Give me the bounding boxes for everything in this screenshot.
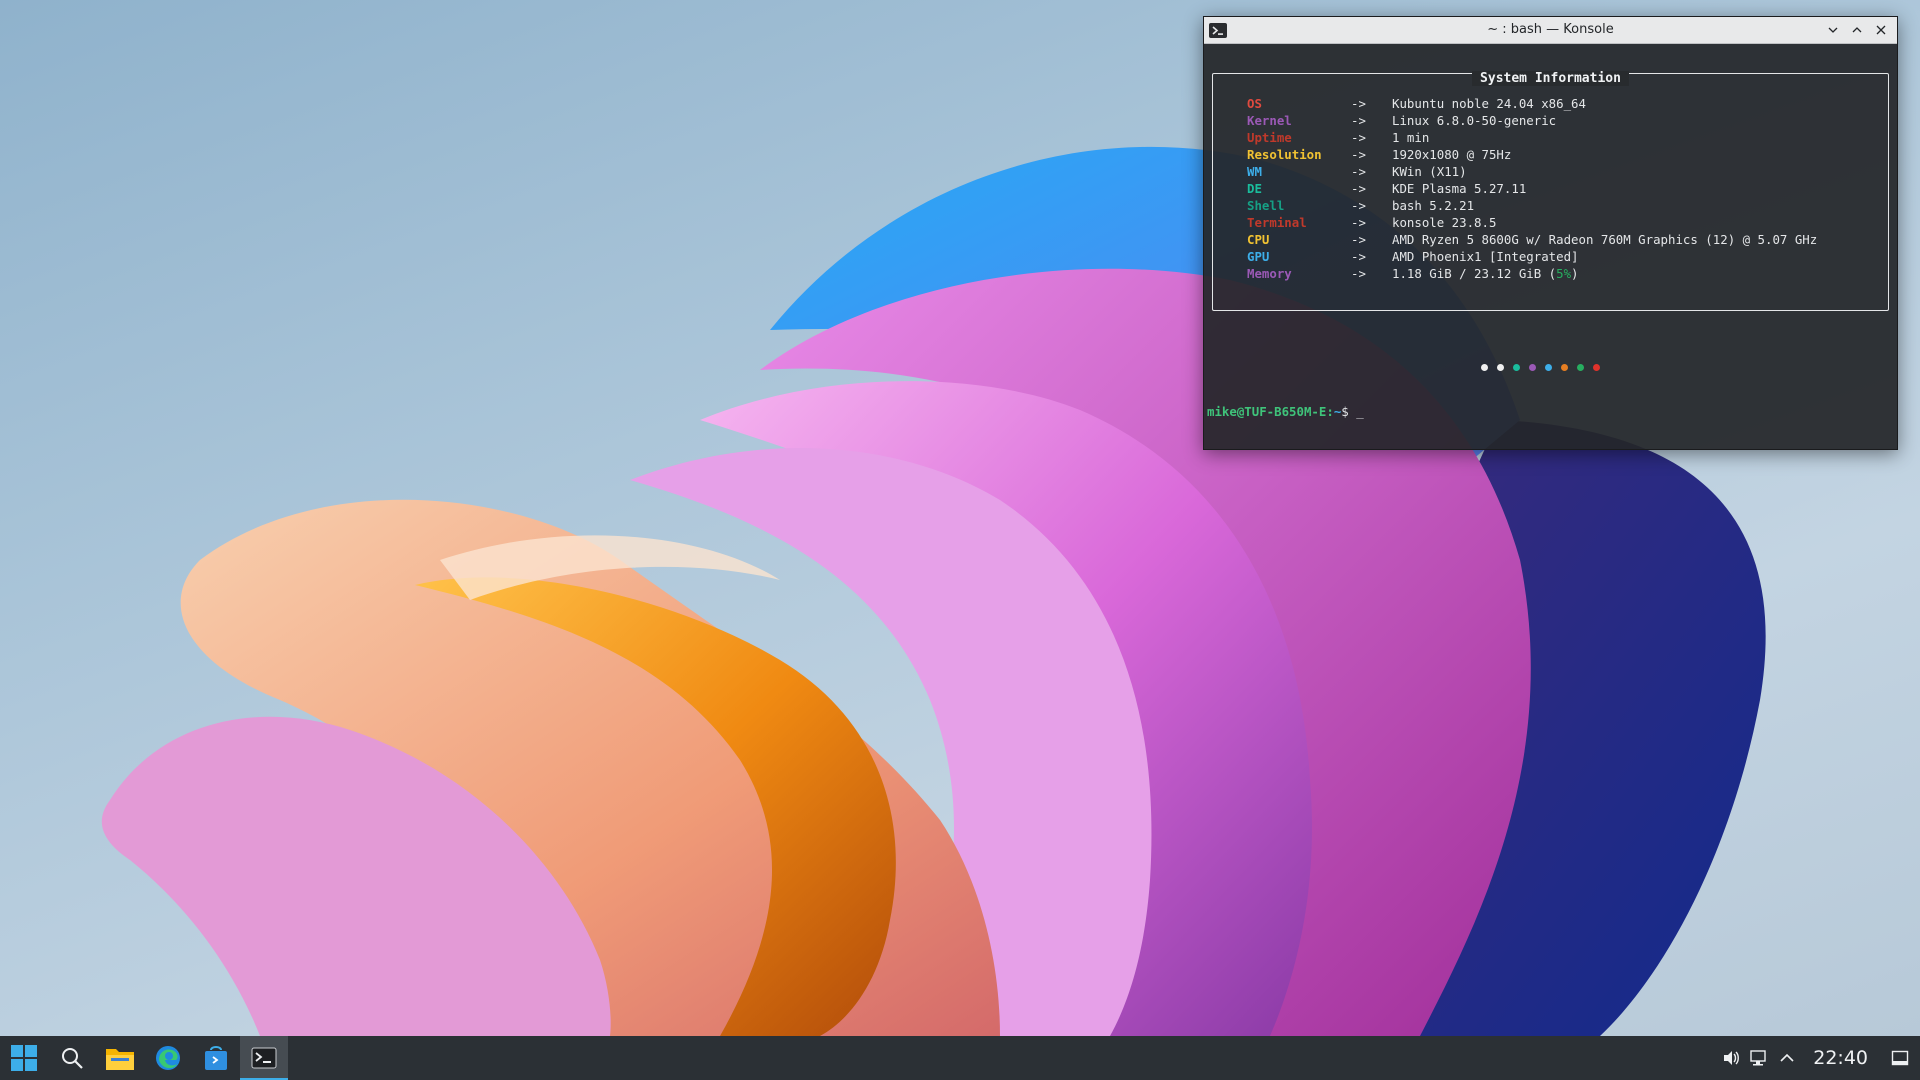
color-palette <box>1204 364 1897 374</box>
info-value: AMD Phoenix1 [Integrated] <box>1392 249 1579 264</box>
window-title: ~ : bash — Konsole <box>1487 22 1614 37</box>
info-row-cpu: CPU -> AMD Ryzen 5 8600G w/ Radeon 760M … <box>1204 231 1897 248</box>
start-menu-icon[interactable] <box>0 1036 48 1080</box>
info-value: KDE Plasma 5.27.11 <box>1392 181 1527 196</box>
close-icon[interactable] <box>1871 20 1891 40</box>
info-row-gpu: GPU -> AMD Phoenix1 [Integrated] <box>1204 248 1897 265</box>
konsole-window[interactable]: ~ : bash — Konsole System Information OS <box>1203 16 1898 450</box>
info-value: 1 min <box>1392 130 1430 145</box>
prompt-cursor: $ _ <box>1341 404 1364 419</box>
info-value: KWin (X11) <box>1392 164 1467 179</box>
palette-dot <box>1545 364 1552 371</box>
info-key: CPU <box>1247 232 1270 247</box>
info-key: Resolution <box>1247 147 1322 162</box>
palette-dot <box>1513 364 1520 371</box>
info-value: 1920x1080 @ 75Hz <box>1392 147 1512 162</box>
info-arrow: -> <box>1351 130 1366 145</box>
info-row-terminal: Terminal -> konsole 23.8.5 <box>1204 214 1897 231</box>
search-icon[interactable] <box>48 1036 96 1080</box>
info-row-memory: Memory -> 1.18 GiB / 23.12 GiB (5%) <box>1204 265 1897 282</box>
info-arrow: -> <box>1351 266 1366 281</box>
terminal-icon <box>1209 22 1227 38</box>
info-row-uptime: Uptime -> 1 min <box>1204 129 1897 146</box>
edge-browser-icon[interactable] <box>144 1036 192 1080</box>
volume-icon[interactable] <box>1717 1036 1745 1080</box>
prompt-user-host: mike@TUF-B650M-E: <box>1207 404 1334 419</box>
info-arrow: -> <box>1351 113 1366 128</box>
memory-used: 1.18 GiB / 23.12 GiB ( <box>1392 266 1557 281</box>
info-value: Linux 6.8.0-50-generic <box>1392 113 1557 128</box>
maximize-chevron-icon[interactable] <box>1847 20 1867 40</box>
file-manager-icon[interactable] <box>96 1036 144 1080</box>
info-key: OS <box>1247 96 1262 111</box>
info-value: 1.18 GiB / 23.12 GiB (5%) <box>1392 265 1579 282</box>
system-tray: 22:40 <box>1717 1036 1920 1080</box>
info-row-resolution: Resolution -> 1920x1080 @ 75Hz <box>1204 146 1897 163</box>
info-value: konsole 23.8.5 <box>1392 215 1497 230</box>
sysinfo-title-wrap: System Information <box>1204 70 1897 86</box>
show-desktop-icon[interactable] <box>1886 1036 1914 1080</box>
info-key: Kernel <box>1247 113 1292 128</box>
palette-dot <box>1497 364 1504 371</box>
palette-dot <box>1529 364 1536 371</box>
palette-dot <box>1561 364 1568 371</box>
desktop[interactable]: ~ : bash — Konsole System Information OS <box>0 0 1920 1036</box>
info-key: Uptime <box>1247 130 1292 145</box>
discover-store-icon[interactable] <box>192 1036 240 1080</box>
palette-dot <box>1593 364 1600 371</box>
info-arrow: -> <box>1351 96 1366 111</box>
info-key: Memory <box>1247 266 1292 281</box>
info-row-os: OS -> Kubuntu noble 24.04 x86_64 <box>1204 95 1897 112</box>
info-row-kernel: Kernel -> Linux 6.8.0-50-generic <box>1204 112 1897 129</box>
tray-expand-icon[interactable] <box>1773 1036 1801 1080</box>
terminal-area[interactable]: System Information OS -> Kubuntu noble 2… <box>1204 44 1897 449</box>
sysinfo-title: System Information <box>1472 71 1629 86</box>
info-arrow: -> <box>1351 249 1366 264</box>
info-row-wm: WM -> KWin (X11) <box>1204 163 1897 180</box>
memory-close: ) <box>1571 266 1579 281</box>
info-key: Shell <box>1247 198 1285 213</box>
taskbar: 22:40 <box>0 1036 1920 1080</box>
konsole-task-icon[interactable] <box>240 1036 288 1080</box>
network-icon[interactable] <box>1745 1036 1773 1080</box>
memory-percent: 5% <box>1556 266 1572 281</box>
window-titlebar[interactable]: ~ : bash — Konsole <box>1204 17 1897 44</box>
info-arrow: -> <box>1351 198 1366 213</box>
palette-dot <box>1577 364 1584 371</box>
info-value: bash 5.2.21 <box>1392 198 1475 213</box>
info-key: Terminal <box>1247 215 1307 230</box>
info-key: WM <box>1247 164 1262 179</box>
info-arrow: -> <box>1351 181 1366 196</box>
info-arrow: -> <box>1351 147 1366 162</box>
info-row-de: DE -> KDE Plasma 5.27.11 <box>1204 180 1897 197</box>
info-key: GPU <box>1247 249 1270 264</box>
info-value: AMD Ryzen 5 8600G w/ Radeon 760M Graphic… <box>1392 232 1818 247</box>
info-key: DE <box>1247 181 1262 196</box>
info-arrow: -> <box>1351 232 1366 247</box>
shell-prompt[interactable]: mike@TUF-B650M-E:~$ _ <box>1207 404 1364 419</box>
info-arrow: -> <box>1351 215 1366 230</box>
palette-dot <box>1481 364 1488 371</box>
info-row-shell: Shell -> bash 5.2.21 <box>1204 197 1897 214</box>
clock[interactable]: 22:40 <box>1813 1047 1868 1069</box>
minimize-chevron-icon[interactable] <box>1823 20 1843 40</box>
info-arrow: -> <box>1351 164 1366 179</box>
info-value: Kubuntu noble 24.04 x86_64 <box>1392 96 1586 111</box>
